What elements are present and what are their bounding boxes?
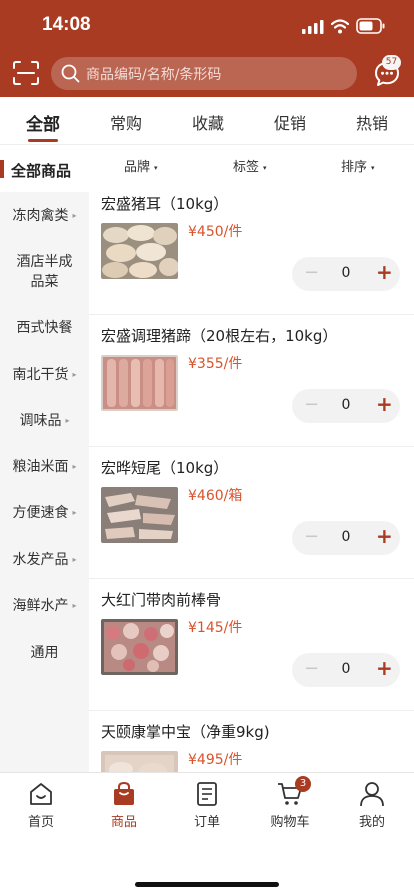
product-item[interactable]: 大红门带肉前棒骨 ¥145/件 − 0 + bbox=[89, 579, 414, 711]
bottom-tab-bar: 首页 商品 订单 购物车 我的 bbox=[0, 772, 414, 896]
caret-down-icon: ▾ bbox=[154, 163, 158, 172]
nav-home[interactable]: 首页 bbox=[11, 781, 71, 830]
sidebar-item-grain-oil[interactable]: 粮油米面 ▸ bbox=[0, 457, 89, 477]
product-price: ¥450/件 bbox=[188, 224, 243, 240]
shopping-bag-icon bbox=[114, 781, 134, 805]
product-image bbox=[101, 223, 178, 279]
nav-orders[interactable]: 订单 bbox=[177, 781, 237, 830]
sidebar-header-label: 全部商品 bbox=[11, 162, 72, 180]
decrease-button[interactable]: − bbox=[304, 262, 319, 283]
tab-favorites[interactable]: 收藏 bbox=[178, 110, 238, 134]
home-icon bbox=[30, 783, 52, 805]
wifi-icon bbox=[331, 19, 349, 34]
product-name: 宏晔短尾（10kg） bbox=[101, 459, 229, 477]
sidebar-item-general[interactable]: 通用 bbox=[0, 643, 89, 663]
nav-cart[interactable]: 购物车 bbox=[260, 781, 320, 830]
app-header: 14:08 商品编码/名称/条形码 57 bbox=[0, 0, 414, 97]
status-bar: 14:08 bbox=[0, 0, 414, 50]
caret-down-icon: ▾ bbox=[371, 163, 375, 172]
quantity-stepper: − 0 + bbox=[292, 389, 400, 423]
chevron-right-icon: ▸ bbox=[65, 416, 70, 425]
quantity-stepper: − 0 + bbox=[292, 257, 400, 291]
product-name: 宏盛猪耳（10kg） bbox=[101, 195, 229, 213]
chevron-right-icon: ▸ bbox=[72, 508, 77, 517]
scan-icon[interactable] bbox=[12, 60, 40, 86]
search-placeholder: 商品编码/名称/条形码 bbox=[86, 67, 222, 83]
product-item[interactable]: 宏盛调理猪蹄（20根左右，10kg） ¥355/件 − 0 + bbox=[89, 315, 414, 447]
sidebar-item-instant-food[interactable]: 方便速食 ▸ bbox=[0, 503, 89, 523]
search-input[interactable]: 商品编码/名称/条形码 bbox=[51, 57, 357, 90]
increase-button[interactable]: + bbox=[376, 524, 393, 548]
product-price: ¥355/件 bbox=[188, 356, 243, 372]
sidebar-item-hotel-semi-finished[interactable]: 酒店半成 品菜 bbox=[0, 252, 89, 292]
chevron-right-icon: ▸ bbox=[72, 601, 77, 610]
nav-profile[interactable]: 我的 bbox=[342, 781, 402, 830]
quantity-value[interactable]: 0 bbox=[340, 265, 352, 281]
decrease-button[interactable]: − bbox=[304, 526, 319, 547]
increase-button[interactable]: + bbox=[376, 392, 393, 416]
home-indicator bbox=[135, 882, 279, 887]
product-image bbox=[101, 619, 178, 675]
chevron-right-icon: ▸ bbox=[72, 211, 77, 220]
chevron-right-icon: ▸ bbox=[72, 555, 77, 564]
quantity-value[interactable]: 0 bbox=[340, 397, 352, 413]
product-item[interactable]: 宏晔短尾（10kg） ¥460/箱 − 0 + bbox=[89, 447, 414, 579]
status-time: 14:08 bbox=[42, 14, 91, 35]
sort-filter[interactable]: 排序 ▾ bbox=[341, 156, 375, 175]
product-name: 大红门带肉前棒骨 bbox=[101, 591, 222, 609]
tab-hot[interactable]: 热销 bbox=[342, 110, 402, 134]
sidebar-item-seafood[interactable]: 海鲜水产 ▸ bbox=[0, 596, 89, 616]
chevron-right-icon: ▸ bbox=[72, 462, 77, 471]
message-count-badge: 57 bbox=[382, 55, 401, 70]
category-tabs: 全部 常购 收藏 促销 热销 bbox=[0, 97, 414, 145]
decrease-button[interactable]: − bbox=[304, 394, 319, 415]
product-name: 宏盛调理猪蹄（20根左右，10kg） bbox=[101, 327, 338, 345]
cart-count-badge: 3 bbox=[295, 776, 311, 792]
product-image bbox=[101, 487, 178, 543]
increase-button[interactable]: + bbox=[376, 656, 393, 680]
product-price: ¥495/件 bbox=[188, 752, 243, 768]
active-tab-indicator bbox=[28, 139, 58, 142]
nav-products[interactable]: 商品 bbox=[94, 781, 154, 830]
quantity-stepper: − 0 + bbox=[292, 521, 400, 555]
quantity-value[interactable]: 0 bbox=[340, 529, 352, 545]
increase-button[interactable]: + bbox=[376, 260, 393, 284]
user-icon bbox=[360, 782, 384, 807]
decrease-button[interactable]: − bbox=[304, 658, 319, 679]
sidebar-item-dry-goods[interactable]: 南北干货 ▸ bbox=[0, 365, 89, 385]
product-price: ¥145/件 bbox=[188, 620, 243, 636]
tab-promotions[interactable]: 促销 bbox=[260, 110, 320, 134]
tab-all[interactable]: 全部 bbox=[13, 110, 73, 135]
sidebar-item-western-fast-food[interactable]: 西式快餐 bbox=[0, 318, 89, 338]
category-sidebar: 全部商品 冻肉禽类 ▸ 酒店半成 品菜 西式快餐 南北干货 ▸ 调味品 ▸ 粮油米面 ▸… bbox=[0, 146, 89, 772]
product-price: ¥460/箱 bbox=[188, 488, 243, 504]
tab-frequent[interactable]: 常购 bbox=[96, 110, 156, 134]
orders-icon bbox=[197, 782, 217, 806]
active-category-indicator bbox=[0, 160, 4, 178]
product-item[interactable]: 宏盛猪耳（10kg） ¥450/件 − 0 + bbox=[89, 183, 414, 315]
quantity-stepper: − 0 + bbox=[292, 653, 400, 687]
battery-icon bbox=[356, 18, 385, 34]
tag-filter[interactable]: 标签 ▾ bbox=[233, 156, 267, 175]
product-image bbox=[101, 355, 178, 411]
quantity-value[interactable]: 0 bbox=[340, 661, 352, 677]
sidebar-item-frozen-meat[interactable]: 冻肉禽类 ▸ bbox=[0, 206, 89, 226]
chevron-right-icon: ▸ bbox=[72, 370, 77, 379]
search-icon bbox=[61, 64, 80, 83]
sidebar-item-all-products[interactable]: 全部商品 bbox=[0, 146, 89, 192]
brand-filter[interactable]: 品牌 ▾ bbox=[124, 156, 158, 175]
sidebar-item-soaked-products[interactable]: 水发产品 ▸ bbox=[0, 550, 89, 570]
product-name: 天颐康掌中宝（净重9kg) bbox=[101, 723, 270, 741]
sidebar-item-seasoning[interactable]: 调味品 ▸ bbox=[0, 411, 89, 431]
caret-down-icon: ▾ bbox=[263, 163, 267, 172]
cellular-signal-icon bbox=[302, 20, 324, 34]
